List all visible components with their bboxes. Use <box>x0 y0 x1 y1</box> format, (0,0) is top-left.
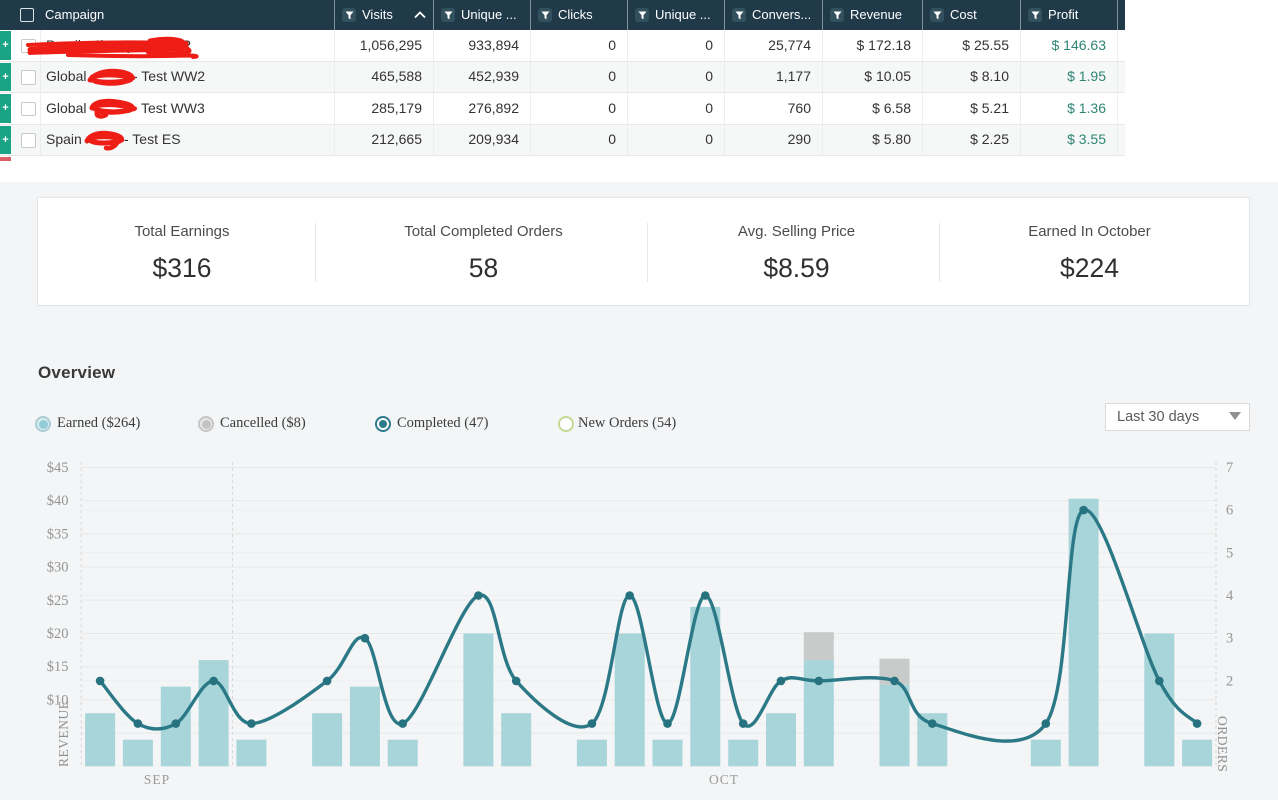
svg-text:SEP: SEP <box>144 772 170 787</box>
svg-text:5: 5 <box>1226 545 1233 561</box>
svg-text:REVENUE: REVENUE <box>56 701 71 768</box>
svg-text:3: 3 <box>1226 631 1233 647</box>
svg-text:$45: $45 <box>47 460 69 476</box>
svg-text:$15: $15 <box>47 659 69 675</box>
svg-text:$20: $20 <box>47 626 69 642</box>
svg-text:OCT: OCT <box>709 772 739 787</box>
svg-text:$40: $40 <box>47 493 69 509</box>
svg-text:2: 2 <box>1226 673 1233 689</box>
svg-text:$30: $30 <box>47 560 69 576</box>
svg-text:7: 7 <box>1226 460 1233 476</box>
svg-text:4: 4 <box>1226 588 1234 604</box>
svg-text:ORDERS: ORDERS <box>1215 716 1230 772</box>
svg-text:$35: $35 <box>47 526 69 542</box>
svg-text:6: 6 <box>1226 503 1233 519</box>
svg-text:$25: $25 <box>47 593 69 609</box>
